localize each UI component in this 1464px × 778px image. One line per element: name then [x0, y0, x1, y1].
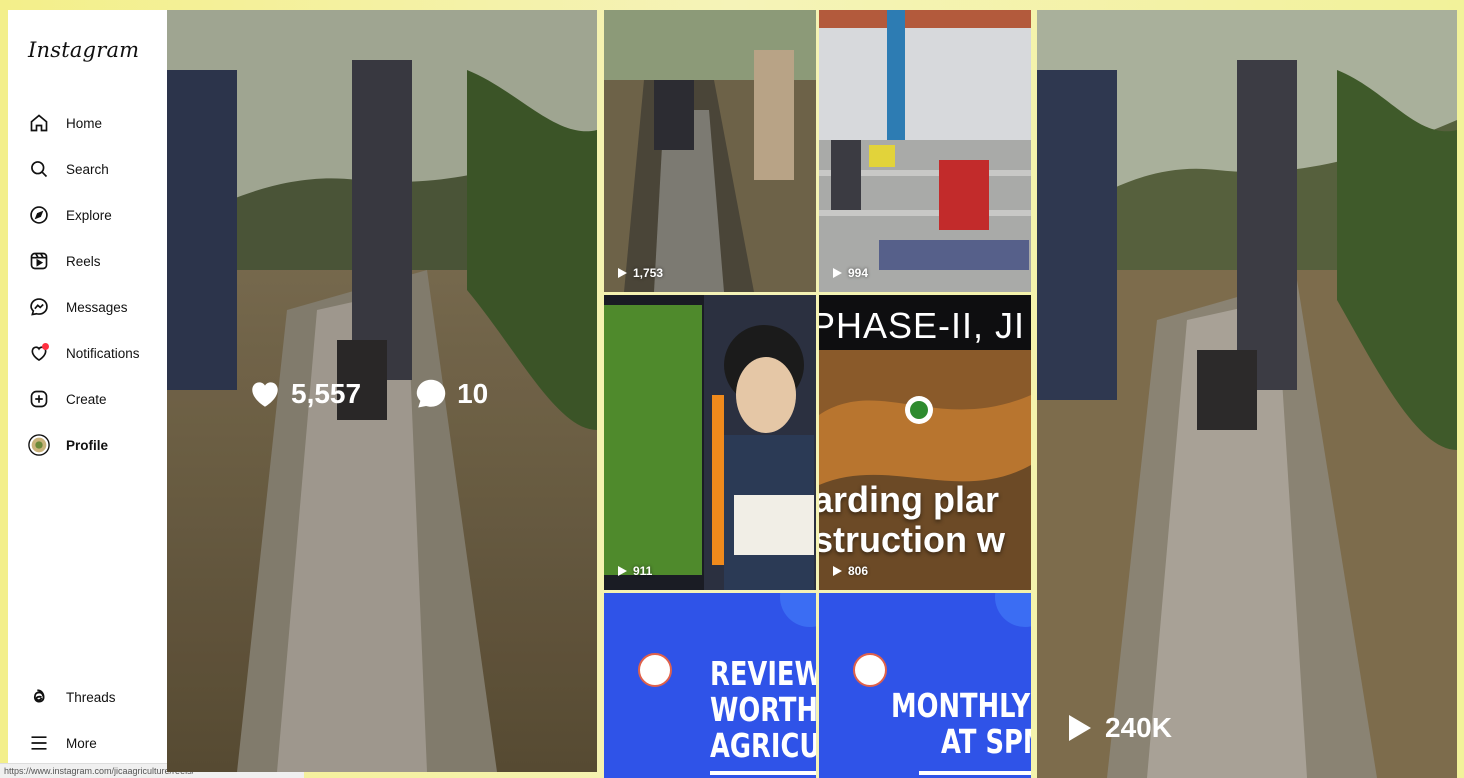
heart-icon — [28, 342, 50, 364]
reel-tile[interactable]: 911 — [604, 295, 816, 590]
messages-icon — [28, 296, 50, 318]
reel-tile[interactable]: MONTHLY RE AT SPMU — [819, 593, 1031, 778]
clock-icon — [853, 653, 887, 687]
threads-icon — [28, 686, 50, 708]
sidebar-item-label: Search — [66, 161, 109, 177]
play-icon — [1069, 715, 1091, 741]
sidebar-item-search[interactable]: Search — [8, 146, 168, 192]
tile-caption-line: REVIEW M — [710, 654, 816, 693]
divider — [710, 771, 816, 775]
decorative-circle — [995, 593, 1031, 627]
tile-caption-line: arding plar — [819, 479, 1000, 520]
likes-count: 5,557 — [291, 378, 362, 409]
reel-thumbnail — [604, 295, 816, 590]
reel-tile[interactable]: PHASE-II, JI arding plar struction w 806 — [819, 295, 1031, 590]
home-icon — [28, 112, 50, 134]
reel-views: 994 — [833, 266, 868, 280]
notification-dot — [42, 343, 49, 350]
sidebar-item-profile[interactable]: Profile — [8, 422, 168, 468]
play-icon — [833, 268, 842, 278]
avatar-icon — [28, 434, 50, 456]
plus-square-icon — [28, 388, 50, 410]
comment-fill-icon — [416, 379, 446, 408]
reel-thumbnail — [604, 10, 816, 292]
comments-stat: 10 — [413, 376, 488, 412]
sidebar-item-more[interactable]: More — [8, 720, 168, 766]
reels-grid: 1,753 994 911 PHASE-II, JI arding plar s… — [604, 10, 1032, 778]
reel-thumbnail — [819, 10, 1031, 292]
clock-icon — [638, 653, 672, 687]
reel-views: 1,753 — [618, 266, 663, 280]
tile-caption-line: WORTHY — [710, 690, 816, 729]
sidebar-item-threads[interactable]: Threads — [8, 674, 168, 720]
views-count: 911 — [633, 564, 653, 578]
reel-tile[interactable]: REVIEW M WORTHY AGRICULT — [604, 593, 816, 778]
views-count: 240K — [1105, 712, 1172, 743]
sidebar-item-label: Create — [66, 391, 107, 407]
engagement-stats: 5,557 10 — [247, 376, 488, 412]
tile-caption-line: AT SPMU — [941, 722, 1031, 761]
reel-photo — [1037, 10, 1457, 778]
likes-stat: 5,557 — [247, 377, 361, 411]
reel-tile[interactable]: 994 — [819, 10, 1031, 292]
sidebar-item-label: Explore — [66, 207, 112, 223]
sidebar-item-label: Messages — [66, 299, 128, 315]
sidebar-bottom-nav: Threads More — [8, 674, 168, 766]
reels-icon — [28, 250, 50, 272]
views-count: 1,753 — [633, 266, 664, 280]
tile-caption-line: MONTHLY RE — [891, 686, 1031, 725]
comments-count: 10 — [457, 378, 489, 409]
menu-icon — [28, 732, 50, 754]
search-icon — [28, 158, 50, 180]
reel-view-count: 240K — [1069, 712, 1172, 744]
reel-views: 911 — [618, 564, 652, 578]
instagram-logo[interactable]: Instagram — [28, 38, 139, 62]
reel-tile[interactable]: 1,753 — [604, 10, 816, 292]
sidebar-item-home[interactable]: Home — [8, 100, 168, 146]
tile-caption-line: AGRICULT — [710, 726, 816, 765]
sidebar-item-explore[interactable]: Explore — [8, 192, 168, 238]
sidebar-item-label: Home — [66, 115, 103, 131]
divider — [919, 771, 1031, 775]
sidebar-item-label: Reels — [66, 253, 101, 269]
tile-caption-line: struction w — [819, 519, 1006, 560]
play-icon — [618, 268, 627, 278]
sidebar-item-create[interactable]: Create — [8, 376, 168, 422]
views-count: 994 — [848, 266, 869, 280]
play-icon — [618, 566, 627, 576]
reel-views: 806 — [833, 564, 868, 578]
sidebar-item-label: Profile — [66, 437, 109, 453]
main-post[interactable]: 5,557 10 — [167, 10, 597, 772]
sidebar-item-label: Notifications — [66, 345, 140, 361]
sidebar-item-reels[interactable]: Reels — [8, 238, 168, 284]
decorative-circle — [780, 593, 816, 627]
sidebar-item-label: More — [66, 735, 97, 751]
views-count: 806 — [848, 564, 869, 578]
sidebar: Instagram Home Search Explore Reels Mess… — [8, 10, 169, 770]
play-icon — [833, 566, 842, 576]
sidebar-item-messages[interactable]: Messages — [8, 284, 168, 330]
reel-preview[interactable]: 240K — [1037, 10, 1457, 778]
sidebar-item-label: Threads — [66, 689, 116, 705]
tile-headline: PHASE-II, JI — [819, 305, 1026, 346]
explore-icon — [28, 204, 50, 226]
heart-fill-icon — [252, 382, 278, 407]
sidebar-nav: Home Search Explore Reels Messages Notif… — [8, 100, 168, 468]
sidebar-item-notifications[interactable]: Notifications — [8, 330, 168, 376]
